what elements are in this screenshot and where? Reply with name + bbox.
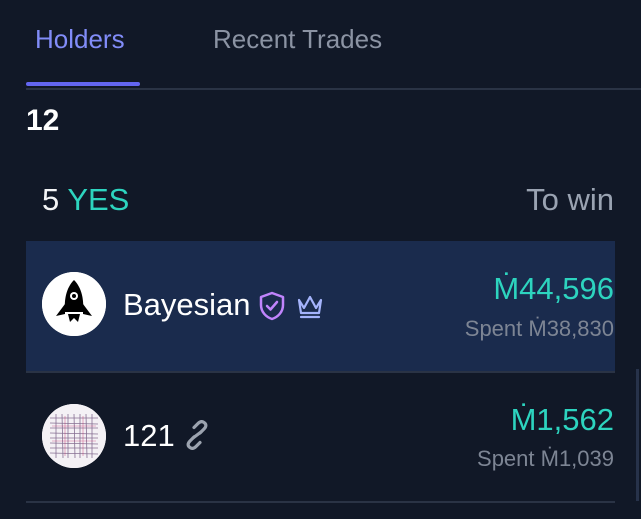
to-win-header: To win (526, 182, 614, 217)
active-tab-indicator (26, 82, 140, 86)
outcome-count: 5 (42, 182, 60, 217)
holder-row[interactable]: Bayesian Ṁ44,596 Spent Ṁ38,830 (26, 241, 615, 373)
outcome-label: YES (67, 182, 130, 217)
tab-bar: Holders Recent Trades (26, 0, 641, 90)
holder-name[interactable]: 121 (123, 418, 175, 454)
spent-amount: Spent Ṁ1,039 (477, 446, 614, 471)
holder-row[interactable]: 121 Ṁ1,562 Spent Ṁ1,039 (26, 371, 615, 503)
to-win-amount: Ṁ1,562 (510, 402, 614, 437)
to-win-amount: Ṁ44,596 (493, 271, 614, 306)
tab-holders[interactable]: Holders (35, 24, 125, 55)
rocket-avatar[interactable] (42, 272, 106, 336)
spent-amount: Spent Ṁ38,830 (464, 316, 614, 341)
tab-recent-trades[interactable]: Recent Trades (213, 24, 382, 55)
pattern-avatar[interactable] (42, 404, 106, 468)
holder-name[interactable]: Bayesian (123, 287, 251, 323)
verified-shield-icon (258, 291, 286, 321)
crown-icon (296, 291, 324, 321)
outcome-header: 5 YES (42, 182, 129, 218)
link-icon (181, 420, 213, 450)
holder-count: 12 (26, 104, 60, 137)
scrollbar[interactable] (636, 369, 639, 501)
